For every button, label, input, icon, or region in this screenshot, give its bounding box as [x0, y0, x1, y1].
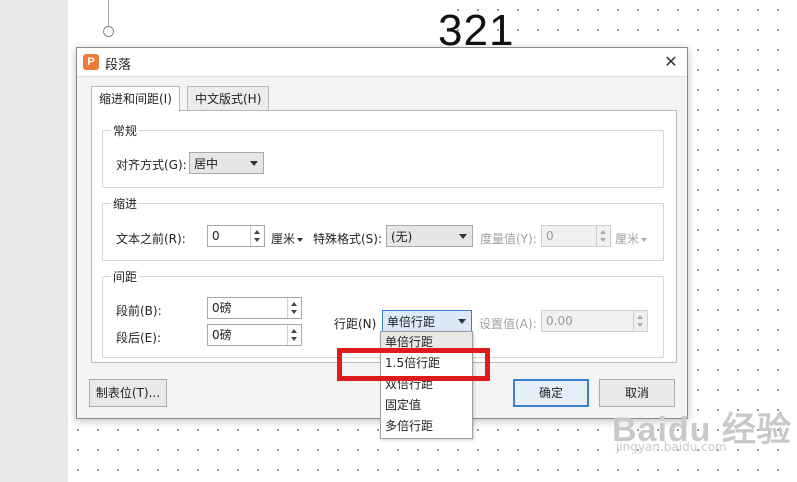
arrow-up-icon — [637, 315, 643, 319]
arrow-down-icon — [254, 238, 260, 242]
annotation-highlight-box — [337, 348, 490, 381]
option-fixed[interactable]: 固定值 — [381, 395, 472, 416]
rotation-handle-line — [108, 0, 109, 26]
space-before-label: 段前(B): — [116, 304, 162, 318]
option-multiple[interactable]: 多倍行距 — [381, 416, 472, 437]
measure-value: 0 — [546, 229, 554, 243]
caret-down-icon — [297, 237, 304, 242]
before-text-label: 文本之前(R): — [116, 232, 186, 246]
measure-unit: 厘米 — [615, 230, 648, 247]
line-spacing-value: 单倍行距 — [387, 315, 436, 329]
special-format-label: 特殊格式(S): — [313, 232, 383, 246]
watermark-url: jingyan.baidu.com — [616, 440, 727, 454]
arrow-up-icon — [254, 230, 260, 234]
tab-chinese-layout[interactable]: 中文版式(H) — [187, 86, 270, 111]
ok-button[interactable]: 确定 — [513, 379, 589, 407]
dialog-title: 段落 — [105, 58, 132, 73]
rotation-handle[interactable] — [103, 26, 114, 37]
line-spacing-select[interactable]: 单倍行距 — [382, 310, 472, 332]
spinner-buttons — [633, 311, 647, 331]
before-text-unit[interactable]: 厘米 — [271, 230, 304, 247]
space-before-value: 0磅 — [212, 301, 232, 315]
app-logo-icon: P — [83, 54, 99, 70]
chevron-down-icon — [250, 161, 258, 166]
arrow-up-icon — [291, 302, 297, 306]
arrow-up-icon — [291, 329, 297, 333]
setting-value-spinner: 0.00 — [541, 310, 648, 332]
arrow-up-icon — [600, 230, 606, 234]
caret-down-icon — [641, 237, 648, 242]
arrow-down-icon — [291, 310, 297, 314]
space-after-label: 段后(E): — [116, 331, 161, 345]
before-text-spinner[interactable]: 0 — [207, 225, 265, 247]
close-icon[interactable]: ✕ — [661, 52, 681, 72]
alignment-label: 对齐方式(G): — [116, 158, 187, 172]
space-after-value: 0磅 — [212, 328, 232, 342]
special-format-select[interactable]: (无) — [386, 225, 473, 247]
spinner-buttons — [596, 226, 610, 246]
measure-unit-label: 厘米 — [615, 232, 640, 246]
group-general: 常规 对齐方式(G): 居中 — [102, 122, 664, 188]
group-indent-legend: 缩进 — [111, 195, 140, 212]
dialog-titlebar[interactable]: P 段落 ✕ — [77, 48, 687, 77]
measure-spinner: 0 — [541, 225, 611, 247]
measure-label: 度量值(Y): — [480, 232, 537, 246]
setting-value-label: 设置值(A): — [479, 317, 537, 331]
slide-plain-area — [68, 0, 448, 46]
group-general-legend: 常规 — [111, 122, 140, 139]
space-after-spinner[interactable]: 0磅 — [207, 324, 302, 346]
group-spacing-legend: 间距 — [111, 268, 140, 285]
group-indent: 缩进 文本之前(R): 0 厘米 特殊格式(S): (无) 度量值(Y): 0 … — [102, 195, 664, 261]
alignment-select[interactable]: 居中 — [189, 152, 264, 174]
special-format-value: (无) — [391, 230, 413, 244]
setting-value-value: 0.00 — [546, 314, 573, 328]
arrow-down-icon — [291, 337, 297, 341]
arrow-down-icon — [637, 323, 643, 327]
spinner-buttons[interactable] — [287, 325, 301, 345]
alignment-value: 居中 — [194, 157, 219, 171]
arrow-down-icon — [600, 238, 606, 242]
chevron-down-icon — [459, 234, 467, 239]
line-spacing-label: 行距(N) — [334, 317, 377, 331]
spinner-buttons[interactable] — [250, 226, 264, 246]
tab-stops-button[interactable]: 制表位(T)... — [89, 379, 167, 407]
tab-indent-spacing[interactable]: 缩进和间距(I) — [91, 86, 180, 112]
chevron-down-icon — [458, 319, 466, 324]
spinner-buttons[interactable] — [287, 298, 301, 318]
tab-panel: 常规 对齐方式(G): 居中 缩进 文本之前(R): 0 厘米 特殊格式(S):… — [91, 110, 677, 363]
space-before-spinner[interactable]: 0磅 — [207, 297, 302, 319]
before-text-unit-label: 厘米 — [271, 232, 296, 246]
before-text-value: 0 — [212, 229, 220, 243]
